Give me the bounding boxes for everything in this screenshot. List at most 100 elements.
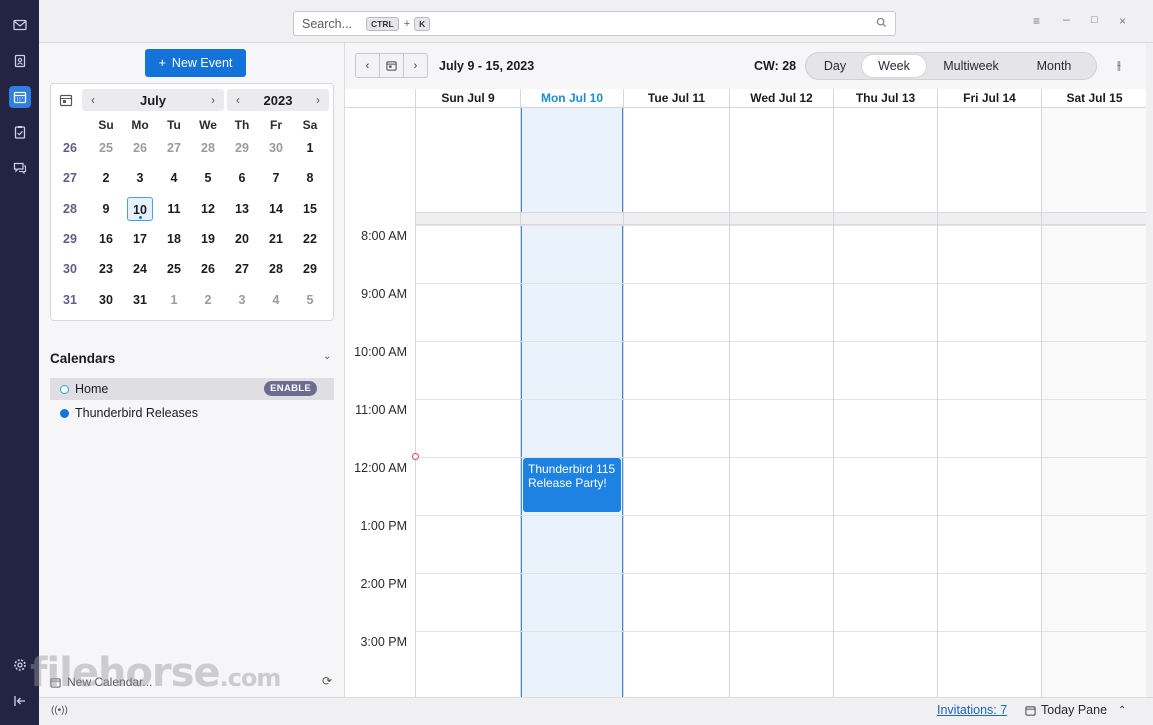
calendar-color-dot <box>60 408 69 418</box>
mini-calendar-day[interactable]: 27 <box>229 257 255 281</box>
mini-calendar-day[interactable]: 19 <box>195 227 221 251</box>
mini-calendar-day[interactable]: 11 <box>161 197 187 221</box>
hour-label: 11:00 AM <box>355 403 407 417</box>
mini-calendar-day[interactable]: 3 <box>127 166 153 190</box>
maximize-icon[interactable]: □ <box>1091 14 1098 26</box>
shortcut-plus: + <box>403 17 411 30</box>
mini-calendar-day[interactable]: 21 <box>263 227 289 251</box>
minimize-icon[interactable]: – <box>1063 12 1070 26</box>
chat-icon[interactable] <box>9 157 31 179</box>
calendar-settings-icon[interactable]: ⫲ <box>1117 58 1121 73</box>
today-button[interactable] <box>379 53 404 78</box>
week-number: 27 <box>63 171 77 186</box>
mini-calendar-day[interactable]: 1 <box>161 288 187 312</box>
mini-calendar-day[interactable]: 25 <box>161 257 187 281</box>
scrollbar[interactable] <box>1146 43 1153 697</box>
mini-calendar-day[interactable]: 1 <box>297 136 323 160</box>
app-menu-icon[interactable]: ≡ <box>1033 14 1040 28</box>
month-selector: ‹ July › <box>82 89 224 111</box>
tasks-icon[interactable] <box>9 121 31 143</box>
mini-calendar-day[interactable]: 3 <box>229 288 255 312</box>
hour-line <box>415 283 1146 284</box>
mini-calendar-day[interactable]: 5 <box>195 166 221 190</box>
mini-calendar-day[interactable]: 13 <box>229 197 255 221</box>
day-header[interactable]: Sat Jul 15 <box>1041 89 1146 108</box>
mini-calendar-day[interactable]: 7 <box>263 166 289 190</box>
search-placeholder: Search... <box>302 16 353 31</box>
mini-calendar-day[interactable]: 17 <box>127 227 153 251</box>
hour-label: 1:00 PM <box>360 519 407 533</box>
mini-calendar-day[interactable]: 24 <box>127 257 153 281</box>
chevron-down-icon[interactable]: ⌄ <box>323 351 331 362</box>
new-event-button[interactable]: + New Event <box>145 49 246 77</box>
today-column <box>521 108 623 697</box>
previous-week-button[interactable]: ‹ <box>355 53 380 78</box>
mini-calendar-day[interactable]: 23 <box>93 257 119 281</box>
shortcut-k: K <box>414 16 431 31</box>
mini-calendar-day[interactable]: 20 <box>229 227 255 251</box>
close-icon[interactable]: × <box>1119 14 1126 28</box>
next-month-button[interactable]: › <box>202 93 224 107</box>
tab-multiweek[interactable]: Multiweek <box>926 55 1016 77</box>
mini-calendar-day[interactable]: 31 <box>127 288 153 312</box>
next-year-button[interactable]: › <box>307 93 329 107</box>
next-week-button[interactable]: › <box>403 53 428 78</box>
prev-year-button[interactable]: ‹ <box>227 93 249 107</box>
mini-calendar-day[interactable]: 28 <box>195 136 221 160</box>
mini-calendar-day[interactable]: 15 <box>297 197 323 221</box>
collapse-icon[interactable] <box>9 690 31 712</box>
mini-calendar-day[interactable]: 22 <box>297 227 323 251</box>
mini-calendar-day[interactable]: 5 <box>297 288 323 312</box>
mini-calendar-day[interactable]: 26 <box>127 136 153 160</box>
calendar-icon[interactable] <box>9 86 31 108</box>
enable-button[interactable]: ENABLE <box>264 381 317 396</box>
tab-week[interactable]: Week <box>862 55 926 77</box>
mini-calendar-day[interactable]: 28 <box>263 257 289 281</box>
settings-icon[interactable] <box>9 654 31 676</box>
watermark-logo: filehorse.com <box>30 650 281 696</box>
mini-calendar-day[interactable]: 16 <box>93 227 119 251</box>
mini-calendar-day[interactable]: 10 <box>127 196 153 221</box>
address-book-icon[interactable] <box>9 50 31 72</box>
tab-day[interactable]: Day <box>808 55 862 77</box>
mini-calendar-day[interactable]: 29 <box>229 136 255 160</box>
date-range-label: July 9 - 15, 2023 <box>439 59 535 73</box>
connection-status-icon[interactable]: ((•)) <box>51 705 68 716</box>
hour-label: 9:00 AM <box>361 287 407 301</box>
calendar-item-thunderbird-releases[interactable]: Thunderbird Releases <box>50 402 334 424</box>
day-header[interactable]: Mon Jul 10 <box>520 89 623 108</box>
event-block[interactable]: Thunderbird 115 Release Party! <box>523 458 621 512</box>
hour-label: 10:00 AM <box>354 345 407 359</box>
mini-calendar-day[interactable]: 4 <box>263 288 289 312</box>
search-input[interactable]: Search... CTRL + K <box>293 11 896 36</box>
mini-calendar-day[interactable]: 6 <box>229 166 255 190</box>
mail-icon[interactable] <box>9 14 31 36</box>
mini-calendar-day[interactable]: 25 <box>93 136 119 160</box>
mini-calendar-day[interactable]: 26 <box>195 257 221 281</box>
mini-calendar-day[interactable]: 18 <box>161 227 187 251</box>
day-header[interactable]: Fri Jul 14 <box>937 89 1041 108</box>
prev-month-button[interactable]: ‹ <box>82 93 104 107</box>
mini-calendar-day[interactable]: 2 <box>195 288 221 312</box>
mini-calendar-day[interactable]: 30 <box>93 288 119 312</box>
tab-month[interactable]: Month <box>1016 55 1092 77</box>
calendar-name: Home <box>75 382 109 396</box>
mini-calendar-day[interactable]: 27 <box>161 136 187 160</box>
day-header[interactable]: Thu Jul 13 <box>833 89 937 108</box>
mini-calendar-day[interactable]: 9 <box>93 197 119 221</box>
mini-calendar-day[interactable]: 14 <box>263 197 289 221</box>
day-header[interactable]: Tue Jul 11 <box>623 89 729 108</box>
day-header[interactable]: Sun Jul 9 <box>415 89 520 108</box>
mini-calendar-day[interactable]: 2 <box>93 166 119 190</box>
mini-calendar-day[interactable]: 30 <box>263 136 289 160</box>
day-header[interactable]: Wed Jul 12 <box>729 89 833 108</box>
mini-calendar-day[interactable]: 8 <box>297 166 323 190</box>
mini-calendar-day[interactable]: 12 <box>195 197 221 221</box>
calendar-item-home[interactable]: Home ENABLE <box>50 378 334 400</box>
mini-calendar-day[interactable]: 4 <box>161 166 187 190</box>
today-button[interactable] <box>55 88 73 112</box>
today-pane-toggle[interactable]: Today Pane ⌃ <box>1025 703 1126 717</box>
refresh-icon[interactable]: ⟳ <box>322 674 332 688</box>
invitations-link[interactable]: Invitations: 7 <box>937 703 1007 717</box>
mini-calendar-day[interactable]: 29 <box>297 257 323 281</box>
